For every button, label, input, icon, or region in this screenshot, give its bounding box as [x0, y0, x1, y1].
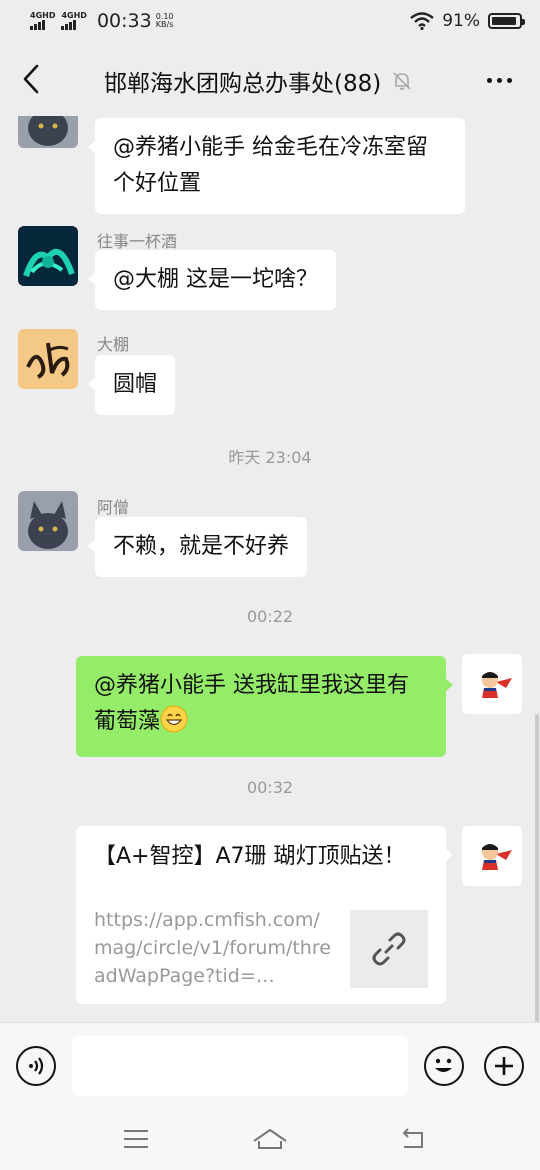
status-time: 00:33 [96, 10, 152, 32]
input-bar [0, 1022, 540, 1108]
timestamp: 昨天 23:04 [228, 448, 312, 467]
battery-icon [488, 13, 525, 29]
menu-button[interactable] [116, 1122, 156, 1156]
avatar-gray-cat[interactable] [18, 491, 78, 551]
avatar-gray-cat[interactable] [18, 116, 78, 148]
signal-bars-icon [30, 20, 45, 30]
message-text: 圆帽 [113, 372, 158, 397]
message-text: @养猪小能手 送我缸里我这里有葡萄藻 [94, 673, 409, 734]
network-type-2: 4GHD [61, 11, 87, 20]
back-icon [402, 1128, 423, 1148]
grinning-face-icon [160, 705, 188, 745]
system-nav-bar [0, 1108, 540, 1170]
emoji-button[interactable] [424, 1046, 464, 1086]
scrollbar[interactable] [535, 714, 539, 1022]
signal-2: 4GHD [61, 11, 87, 30]
message-input[interactable] [72, 1036, 408, 1096]
plus-button[interactable] [484, 1046, 524, 1086]
back-nav-button[interactable] [392, 1122, 432, 1156]
wifi-icon [410, 12, 434, 30]
home-icon [253, 1129, 287, 1149]
message-text: @大棚 这是一坨啥？ [113, 267, 318, 292]
message-text: @养猪小能手 给金毛在冷冻室留个好位置 [113, 135, 428, 196]
back-arrow-icon [23, 64, 39, 94]
signal-bars-icon [61, 20, 77, 30]
speed-unit: KB/s [155, 20, 174, 29]
message-bubble[interactable]: 不赖，就是不好养 [87, 517, 308, 577]
voice-icon [29, 1057, 44, 1075]
battery-percent: 91% [442, 11, 480, 31]
emoji-icon [435, 1058, 452, 1072]
chat-title: 邯郸海水团购总办事处(88) [104, 71, 382, 97]
status-bar: 4GHD 4GHD 00:33 0.10 KB/s 91% [0, 0, 540, 42]
chat-header: 邯郸海水团购总办事处(88) [0, 42, 540, 116]
sender-name: 阿僧 [97, 498, 130, 517]
chat-area[interactable]: @养猪小能手 给金毛在冷冻室留个好位置 往事一杯酒 @大棚 这是一坨啥？ 大棚 … [0, 116, 540, 1022]
network-speed: 0.10 KB/s [156, 13, 174, 29]
link-card-url: https://app.cmfish.com/mag/circle/v1/for… [94, 909, 331, 987]
more-options-button[interactable] [487, 78, 512, 83]
menu-icon [124, 1130, 148, 1148]
message-bubble-self[interactable]: @养猪小能手 送我缸里我这里有葡萄藻 [76, 656, 453, 757]
signal-1: 4GHD [30, 12, 55, 30]
message-bubble[interactable]: @养猪小能手 给金毛在冷冻室留个好位置 [88, 118, 465, 214]
link-card[interactable]: 【A+智控】A7珊 瑚灯顶贴送！ https://app.cmfish.com/… [76, 826, 453, 1004]
message-text: 不赖，就是不好养 [113, 534, 290, 559]
link-card-thumbnail [350, 910, 428, 988]
voice-button[interactable] [16, 1046, 56, 1086]
sender-name: 大棚 [97, 335, 130, 354]
avatar-green-coral[interactable] [18, 226, 78, 286]
sender-name: 往事一杯酒 [97, 232, 178, 251]
avatar-self[interactable] [462, 826, 522, 886]
avatar-calligraphy[interactable] [18, 329, 78, 389]
message-bubble[interactable]: @大棚 这是一坨啥？ [88, 250, 336, 310]
link-icon [372, 932, 406, 966]
link-card-title: 【A+智控】A7珊 瑚灯顶贴送！ [94, 844, 406, 869]
timestamp: 00:32 [246, 778, 294, 797]
home-button[interactable] [250, 1122, 290, 1156]
mute-bell-icon [393, 72, 411, 90]
network-type-1: 4GHD [30, 11, 56, 20]
timestamp: 00:22 [246, 607, 294, 626]
message-bubble[interactable]: 圆帽 [87, 355, 176, 415]
plus-icon [495, 1057, 513, 1075]
back-button[interactable] [16, 62, 46, 96]
avatar-self[interactable] [462, 654, 522, 714]
